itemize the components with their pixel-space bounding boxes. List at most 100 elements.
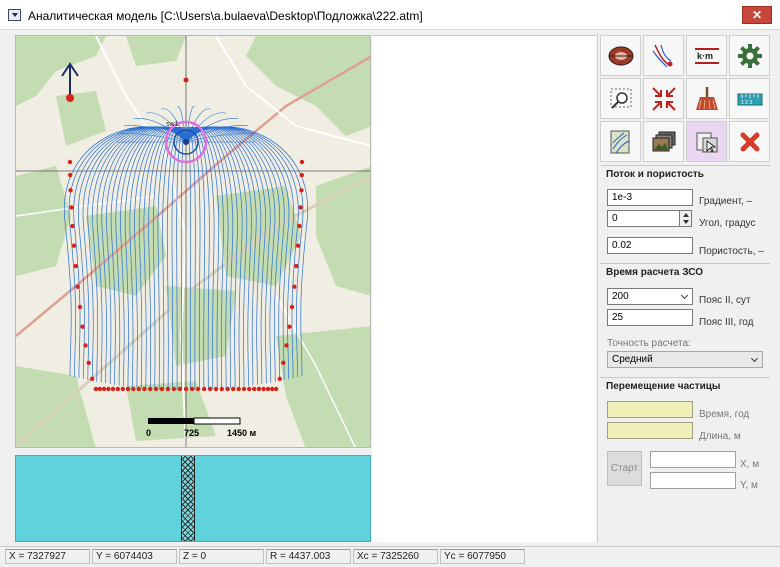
angle-label: Угол, градус	[699, 218, 756, 229]
angle-input[interactable]: 0	[607, 210, 680, 227]
well-button[interactable]	[600, 35, 641, 76]
belt2-select[interactable]: 200	[607, 288, 693, 305]
boundary-point	[153, 386, 159, 392]
boundary-point	[295, 243, 301, 248]
settings-button[interactable]	[729, 35, 770, 76]
layers-icon	[652, 131, 676, 152]
boundary-point	[131, 386, 136, 392]
broom-icon	[696, 87, 718, 110]
boundary-point	[80, 324, 85, 329]
belt3-label: Пояс III, год	[699, 317, 754, 328]
boundary-point	[213, 386, 219, 392]
boundary-point	[225, 386, 230, 392]
layers-button[interactable]	[643, 121, 684, 162]
boundary-point	[270, 386, 275, 392]
status-z: Z = 0	[179, 549, 264, 564]
delete-button[interactable]	[729, 121, 770, 162]
contour-map-button[interactable]	[600, 121, 641, 162]
belt3-input[interactable]: 25	[607, 309, 693, 326]
boundary-point	[265, 386, 271, 392]
status-yc: Yc = 6077950	[440, 549, 525, 564]
boundary-point	[299, 159, 305, 165]
boundary-point	[83, 343, 88, 348]
boundary-point	[142, 386, 147, 392]
export-button[interactable]	[686, 121, 727, 162]
boundary-point	[110, 386, 116, 392]
km-button[interactable]: k·m	[686, 35, 727, 76]
boundary-point	[241, 386, 247, 392]
delete-icon	[740, 132, 760, 152]
scale-label-end: 1450 м	[227, 428, 257, 438]
zoom-window-icon	[610, 88, 632, 109]
fit-extent-button[interactable]	[643, 78, 684, 119]
boundary-point	[101, 386, 107, 392]
well-column-hatched	[181, 456, 195, 541]
boundary-point	[299, 172, 304, 178]
boundary-point	[115, 386, 121, 392]
zso-group-separator	[600, 263, 770, 264]
boundary-point	[292, 284, 297, 289]
boundary-point	[247, 386, 252, 392]
boundary-point	[231, 386, 236, 392]
flowlines-icon	[652, 44, 673, 68]
start-button[interactable]: Старт	[607, 451, 642, 486]
particle-y-input[interactable]	[650, 472, 736, 489]
boundary-point	[261, 386, 266, 392]
flow-group-separator	[600, 165, 770, 166]
well-label: sw1	[166, 121, 179, 128]
status-y: Y = 6074403	[92, 549, 177, 564]
particle-group-title: Перемещение частицы	[606, 381, 721, 392]
particle-length-label: Длина, м	[699, 431, 741, 442]
workspace-blank-area	[372, 35, 596, 542]
flowlines-button[interactable]	[643, 35, 684, 76]
title-bar: Аналитическая модель [C:\Users\a.bulaeva…	[0, 0, 780, 30]
km-icon: k·m	[695, 48, 719, 64]
porosity-label: Пористость, –	[699, 246, 764, 257]
km-text: k·m	[697, 51, 713, 61]
zoom-window-button[interactable]	[600, 78, 641, 119]
boundary-point-top	[183, 77, 189, 83]
export-icon	[696, 132, 718, 153]
status-x: X = 7327927	[5, 549, 90, 564]
boundary-point	[294, 263, 299, 269]
control-panel: k·m 1 2 3 Поток и пористость 1e-3 Градие…	[597, 33, 772, 543]
ruler-text: 1 2 3	[741, 100, 752, 106]
particle-time-field	[607, 401, 693, 418]
chevron-down-icon	[680, 291, 689, 300]
boundary-point	[177, 386, 183, 392]
particle-time-label: Время, год	[699, 409, 750, 420]
boundary-point	[165, 386, 171, 392]
well-icon	[608, 46, 634, 66]
map-canvas[interactable]: sw1 0 725 1450 м	[16, 36, 371, 448]
boundary-point	[75, 284, 80, 289]
cross-section-view[interactable]	[15, 455, 371, 542]
accuracy-select[interactable]: Средний	[607, 351, 763, 368]
window-title: Аналитическая модель [C:\Users\a.bulaeva…	[28, 9, 423, 23]
boundary-point	[287, 324, 292, 329]
boundary-point	[106, 386, 111, 392]
boundary-point	[90, 376, 95, 381]
angle-spinner[interactable]	[679, 210, 692, 227]
window-close-button[interactable]: ✕	[742, 6, 772, 24]
accuracy-label: Точность расчета:	[607, 338, 691, 349]
particle-x-input[interactable]	[650, 451, 736, 468]
map-view[interactable]: sw1 0 725 1450 м	[15, 35, 371, 448]
status-r: R = 4437.003	[266, 549, 351, 564]
boundary-point	[93, 386, 99, 392]
clear-button[interactable]	[686, 78, 727, 119]
app-icon[interactable]	[8, 9, 21, 21]
gradient-input[interactable]: 1e-3	[607, 189, 693, 206]
flow-group-title: Поток и пористость	[606, 169, 704, 180]
chevron-down-icon	[750, 354, 759, 363]
well-point	[183, 139, 189, 145]
status-bar: X = 7327927 Y = 6074403 Z = 0 R = 4437.0…	[0, 546, 780, 567]
boundary-point	[289, 304, 295, 310]
porosity-input[interactable]: 0.02	[607, 237, 693, 254]
boundary-point	[236, 386, 241, 392]
ruler-button[interactable]: 1 2 3	[729, 78, 770, 119]
belt2-label: Пояс II, сут	[699, 295, 751, 306]
boundary-point	[195, 386, 201, 392]
boundary-point	[256, 386, 262, 392]
boundary-point	[70, 223, 75, 229]
gear-icon	[738, 44, 762, 68]
